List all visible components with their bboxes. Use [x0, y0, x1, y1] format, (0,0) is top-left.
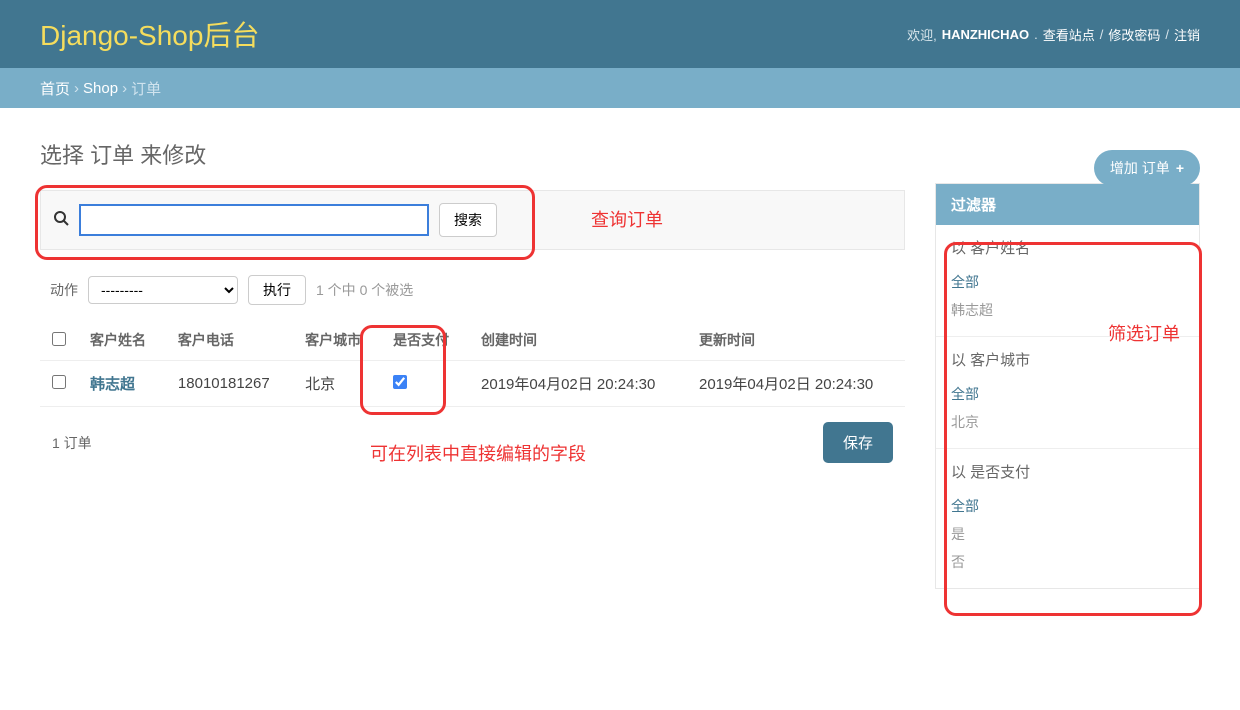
- filter-section-paid: 以 是否支付 全部 是 否: [936, 449, 1199, 588]
- header: Django-Shop后台 欢迎, HANZHICHAO. 查看站点 / 修改密…: [0, 0, 1240, 68]
- filter-panel: 过滤器 以 客户姓名 全部 韩志超 以 客户城市 全部 北京 以 是否支付 全部…: [935, 183, 1200, 589]
- filter-section-title: 以 是否支付: [951, 461, 1184, 482]
- view-site-link[interactable]: 查看站点: [1043, 25, 1095, 44]
- annotation-text: 筛选订单: [1108, 320, 1180, 346]
- col-created[interactable]: 创建时间: [469, 320, 687, 361]
- actions-label: 动作: [50, 280, 78, 300]
- logout-link[interactable]: 注销: [1174, 25, 1200, 44]
- username: HANZHICHAO: [942, 27, 1029, 42]
- actions-select[interactable]: ---------: [88, 276, 238, 304]
- add-button[interactable]: 增加 订单 +: [1094, 150, 1200, 186]
- filter-option[interactable]: 全部: [951, 492, 1184, 520]
- page-title: 选择 订单 来修改: [40, 138, 206, 170]
- search-input[interactable]: [79, 204, 429, 236]
- result-count: 1 订单: [52, 433, 92, 453]
- breadcrumb-home[interactable]: 首页: [40, 78, 70, 99]
- sidebar: 增加 订单 + 过滤器 以 客户姓名 全部 韩志超 以 客户城市 全部 北京 以…: [935, 138, 1200, 589]
- filter-section-title: 以 客户城市: [951, 349, 1184, 370]
- filter-option[interactable]: 否: [951, 548, 1184, 576]
- row-paid-checkbox[interactable]: [393, 375, 407, 389]
- search-bar: 搜索 查询订单: [40, 190, 905, 250]
- filter-option[interactable]: 全部: [951, 380, 1184, 408]
- filter-section-city: 以 客户城市 全部 北京: [936, 337, 1199, 449]
- col-name[interactable]: 客户姓名: [78, 320, 166, 361]
- breadcrumb-app[interactable]: Shop: [83, 80, 118, 97]
- separator: /: [1100, 27, 1104, 42]
- breadcrumb-current: 订单: [131, 78, 161, 99]
- save-button[interactable]: 保存: [823, 422, 893, 463]
- user-tools: 欢迎, HANZHICHAO. 查看站点 / 修改密码 / 注销: [907, 25, 1200, 44]
- change-password-link[interactable]: 修改密码: [1108, 25, 1160, 44]
- actions-counter: 1 个中 0 个被选: [316, 280, 413, 300]
- col-updated[interactable]: 更新时间: [687, 320, 905, 361]
- row-phone: 18010181267: [166, 361, 293, 407]
- filter-section-title: 以 客户姓名: [951, 237, 1184, 258]
- select-all-checkbox[interactable]: [52, 332, 66, 346]
- actions-go-button[interactable]: 执行: [248, 275, 306, 305]
- filter-header: 过滤器: [936, 184, 1199, 225]
- row-city: 北京: [293, 361, 381, 407]
- search-button[interactable]: 搜索: [439, 203, 497, 237]
- row-created: 2019年04月02日 20:24:30: [469, 361, 687, 407]
- actions-row: 动作 --------- 执行 1 个中 0 个被选: [40, 275, 905, 305]
- row-checkbox[interactable]: [52, 375, 66, 389]
- breadcrumb: 首页 › Shop › 订单: [0, 68, 1240, 108]
- row-updated: 2019年04月02日 20:24:30: [687, 361, 905, 407]
- result-table: 客户姓名 客户电话 客户城市 是否支付 创建时间 更新时间 韩志超 180101…: [40, 320, 905, 407]
- col-phone[interactable]: 客户电话: [166, 320, 293, 361]
- table-row: 韩志超 18010181267 北京 2019年04月02日 20:24:30 …: [40, 361, 905, 407]
- row-name-link[interactable]: 韩志超: [90, 376, 135, 393]
- welcome-text: 欢迎,: [907, 25, 937, 44]
- filter-option[interactable]: 是: [951, 520, 1184, 548]
- filter-option[interactable]: 全部: [951, 268, 1184, 296]
- col-paid[interactable]: 是否支付: [381, 320, 469, 361]
- annotation-text: 可在列表中直接编辑的字段: [370, 440, 586, 466]
- annotation-text: 查询订单: [591, 206, 663, 232]
- search-icon: [53, 210, 69, 231]
- site-title: Django-Shop后台: [40, 14, 259, 54]
- main-content: 选择 订单 来修改 搜索 查询订单 动作 --------- 执行 1 个中 0…: [40, 138, 905, 589]
- separator: /: [1165, 27, 1169, 42]
- plus-icon: +: [1176, 160, 1184, 176]
- col-city[interactable]: 客户城市: [293, 320, 381, 361]
- filter-option[interactable]: 北京: [951, 408, 1184, 436]
